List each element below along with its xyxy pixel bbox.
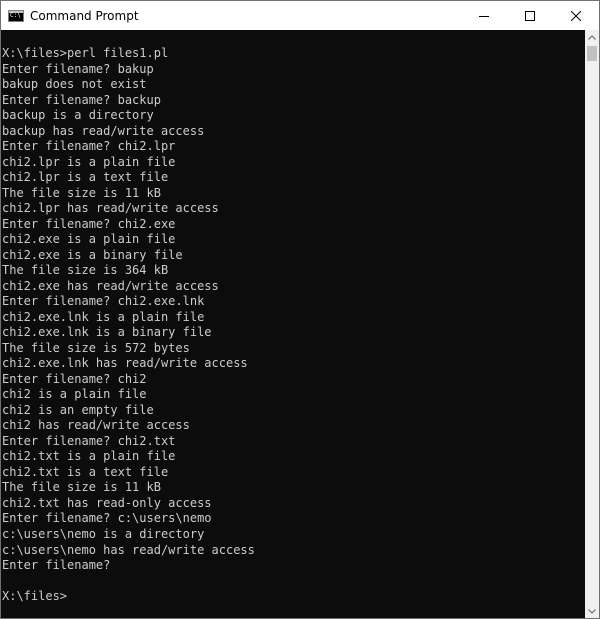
console-line: chi2.exe is a plain file (2, 232, 176, 247)
console-line: Enter filename? chi2.txt (2, 433, 176, 448)
console-line: chi2.exe has read/write access (2, 278, 219, 293)
minimize-icon (479, 15, 489, 17)
console-line: chi2.exe.lnk has read/write access (2, 356, 248, 371)
console-line: Enter filename? bakup (2, 61, 154, 76)
console-line: Enter filename? backup (2, 92, 161, 107)
console-line: X:\files> (2, 589, 68, 604)
close-icon (571, 10, 581, 21)
console-line: Enter filename? chi2.exe.lnk (2, 294, 205, 309)
scrollbar-thumb[interactable] (587, 46, 597, 61)
console-line: c:\users\nemo is a directory (2, 526, 205, 541)
console-line: chi2 is an empty file (2, 402, 154, 417)
window-controls (461, 1, 599, 30)
console-line: The file size is 11 kB (2, 480, 161, 495)
console-line: Enter filename? c:\users\nemo (2, 511, 212, 526)
console-line: chi2.lpr is a text file (2, 170, 169, 185)
console-line: backup is a directory (2, 108, 154, 123)
console-line: Enter filename? (2, 558, 111, 573)
scroll-down-button[interactable] (585, 604, 599, 618)
console-line: chi2.lpr has read/write access (2, 201, 219, 216)
scroll-up-button[interactable] (585, 30, 599, 44)
console-line: The file size is 11 kB (2, 185, 161, 200)
console-line: c:\users\nemo has read/write access (2, 542, 255, 557)
maximize-button[interactable] (507, 1, 553, 30)
console-line: Enter filename? chi2 (2, 371, 147, 386)
console-text: X:\files>perl files1.pl Enter filename? b… (2, 46, 255, 605)
command-prompt-icon[interactable] (8, 9, 24, 22)
console-line: Enter filename? chi2.lpr (2, 139, 176, 154)
minimize-button[interactable] (461, 1, 507, 30)
console-line: chi2.txt is a text file (2, 464, 169, 479)
scroll-down-arrow-icon (588, 608, 596, 614)
console-line: bakup does not exist (2, 77, 147, 92)
console-line: chi2.exe is a binary file (2, 247, 183, 262)
console-line: X:\files>perl files1.pl (2, 46, 169, 60)
console-line: Enter filename? chi2.exe (2, 216, 176, 231)
console-line: chi2.txt has read-only access (2, 495, 212, 510)
title-bar[interactable]: Command Prompt (1, 1, 599, 30)
console-line: chi2 has read/write access (2, 418, 190, 433)
scroll-up-arrow-icon (588, 34, 596, 40)
console-line: chi2 is a plain file (2, 387, 147, 402)
maximize-icon (525, 10, 535, 21)
console-line: chi2.lpr is a plain file (2, 154, 176, 169)
console-output-area[interactable]: X:\files>perl files1.pl Enter filename? b… (1, 30, 585, 618)
console-line: The file size is 364 kB (2, 263, 169, 278)
command-prompt-window: Command Prompt X:\files>perl files1.plE (0, 0, 600, 619)
close-button[interactable] (553, 1, 599, 30)
console-line: chi2.txt is a plain file (2, 449, 176, 464)
console-line: backup has read/write access (2, 123, 205, 138)
console-line: The file size is 572 bytes (2, 340, 190, 355)
console-line: chi2.exe.lnk is a binary file (2, 325, 212, 340)
window-title: Command Prompt (30, 8, 139, 23)
console-line: chi2.exe.lnk is a plain file (2, 309, 205, 324)
vertical-scrollbar[interactable] (585, 30, 599, 618)
